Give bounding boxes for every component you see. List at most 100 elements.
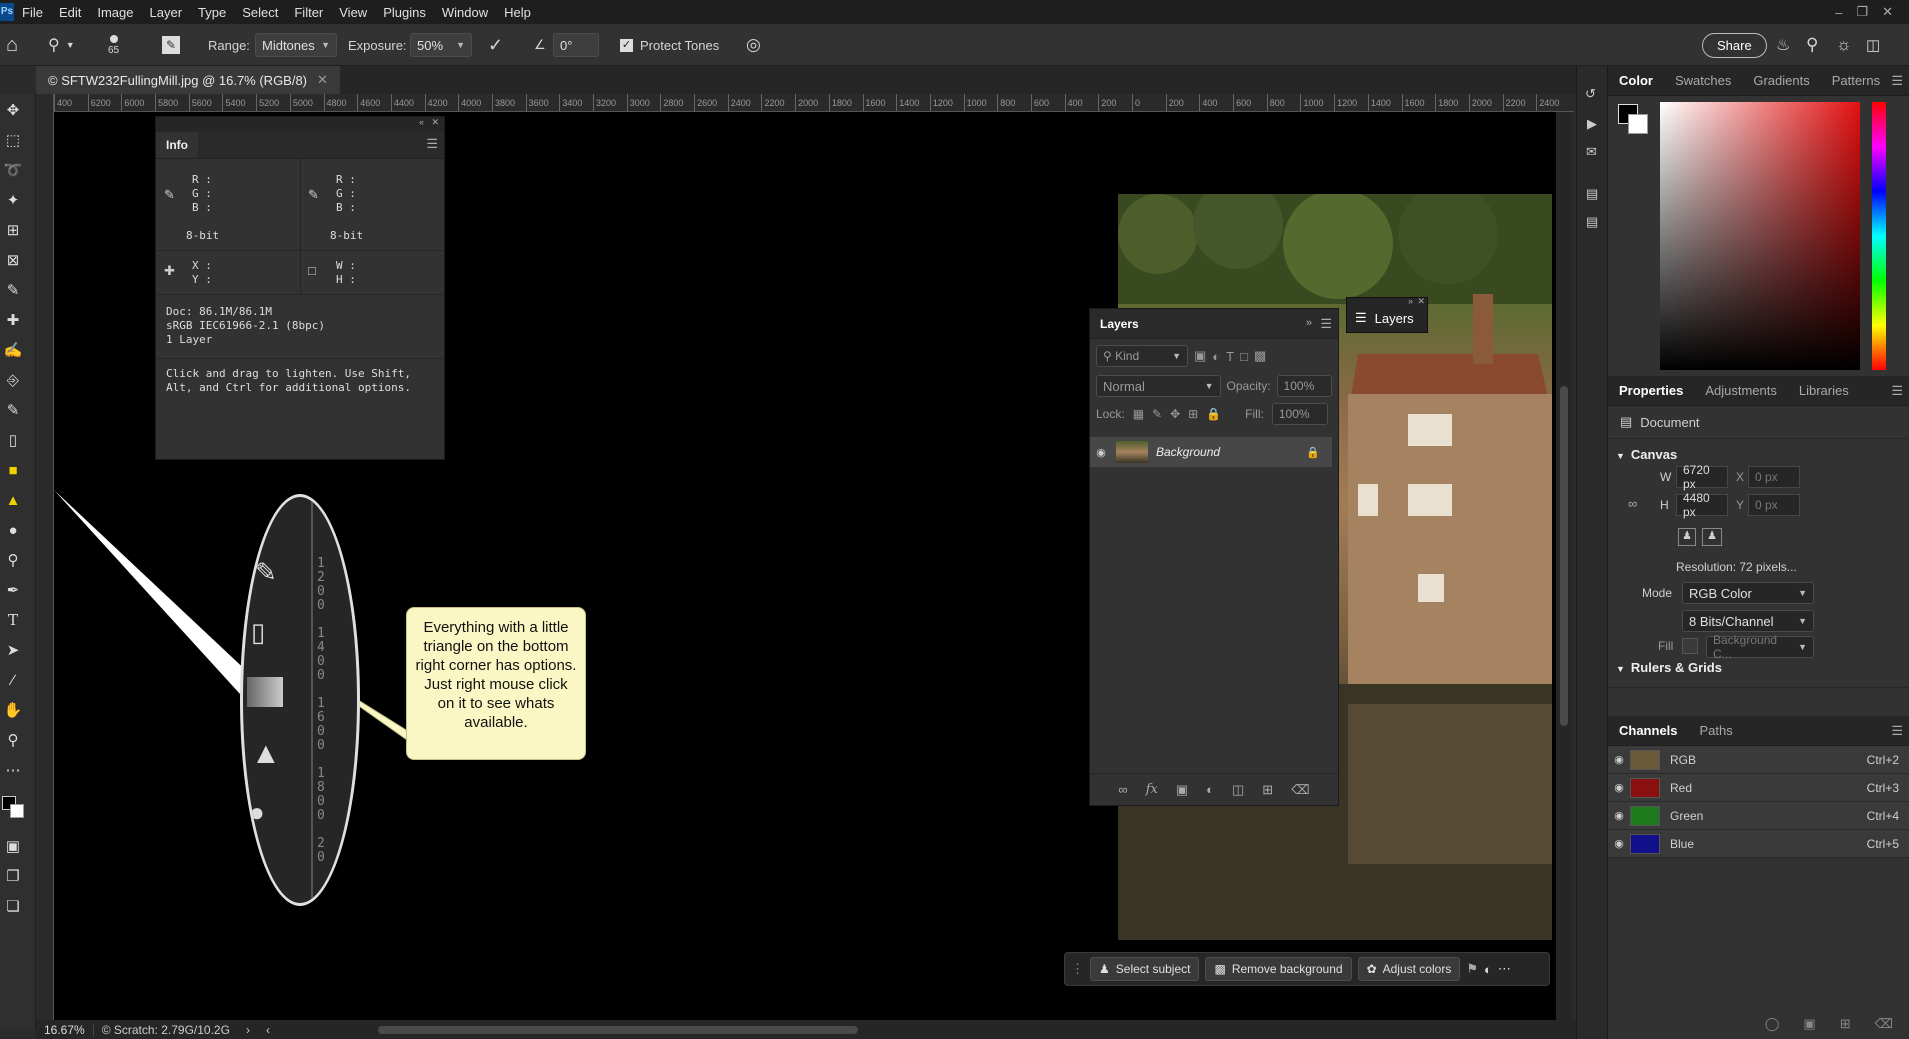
lasso-tool-icon[interactable]: ➰: [0, 158, 26, 182]
bell-icon[interactable]: ♨: [1776, 24, 1790, 66]
marquee-tool-icon[interactable]: ⬚: [0, 128, 26, 152]
visibility-eye-icon[interactable]: ◉: [1608, 753, 1630, 766]
y-input[interactable]: 0 px: [1748, 494, 1800, 516]
trash-icon[interactable]: ⌫: [1875, 1016, 1893, 1032]
dodge-tool-active-icon[interactable]: ⚲: [0, 548, 26, 572]
notes-icon[interactable]: ▤: [1586, 214, 1598, 230]
generative-fill-icon[interactable]: ❏: [0, 894, 26, 918]
quick-mask-icon[interactable]: ▣: [0, 834, 26, 858]
fill-dropdown[interactable]: Background C... ▼: [1706, 633, 1814, 661]
tab-adjustments[interactable]: Adjustments: [1694, 383, 1788, 398]
smart-object-filter-icon[interactable]: ▩: [1254, 348, 1266, 364]
channel-row-red[interactable]: ◉ Red Ctrl+3: [1608, 774, 1909, 802]
menu-plugins[interactable]: Plugins: [375, 5, 434, 20]
menu-help[interactable]: Help: [496, 5, 539, 20]
pen-tool-icon[interactable]: ✒: [0, 578, 26, 602]
scratch-size[interactable]: © Scratch: 2.79G/10.2G: [92, 1022, 238, 1037]
tab-layers[interactable]: Layers: [1090, 317, 1149, 331]
scroll-left-icon[interactable]: ‹: [258, 1023, 278, 1037]
fill-swatch[interactable]: [1682, 638, 1698, 654]
brush-settings-icon[interactable]: ✎: [162, 24, 180, 66]
pin-icon[interactable]: ⚑: [1466, 961, 1478, 977]
panel-menu-icon[interactable]: ☰: [1891, 383, 1903, 399]
tab-channels[interactable]: Channels: [1608, 723, 1689, 738]
lock-artboard-icon[interactable]: ⊞: [1188, 407, 1198, 421]
panel-menu-icon[interactable]: ☰: [426, 136, 438, 152]
landscape-icon[interactable]: ♟: [1702, 528, 1722, 546]
share-button[interactable]: Share: [1702, 32, 1767, 58]
status-menu-icon[interactable]: ›: [238, 1023, 258, 1037]
load-selection-icon[interactable]: ◯: [1765, 1016, 1780, 1032]
tab-paths[interactable]: Paths: [1689, 723, 1744, 738]
tab-swatches[interactable]: Swatches: [1664, 73, 1742, 88]
trash-icon[interactable]: ⌫: [1291, 782, 1309, 798]
exposure-dropdown[interactable]: 50% ▼: [410, 33, 472, 57]
kind-filter-dropdown[interactable]: ⚲ Kind ▼: [1096, 345, 1188, 367]
blend-mode-dropdown[interactable]: Normal ▼: [1096, 375, 1221, 397]
adjustment-icon[interactable]: ◐: [1484, 962, 1492, 977]
color-mode-dropdown[interactable]: RGB Color ▼: [1682, 582, 1814, 604]
vertical-scrollbar[interactable]: [1556, 112, 1572, 1020]
zoom-level[interactable]: 16.67%: [36, 1023, 93, 1037]
quick-selection-tool-icon[interactable]: ✦: [0, 188, 26, 212]
brush-size-picker[interactable]: 65: [108, 24, 119, 66]
document-tab[interactable]: © SFTW232FullingMill.jpg @ 16.7% (RGB/8)…: [36, 66, 340, 94]
move-tool-icon[interactable]: ✥: [0, 98, 26, 122]
collapse-icon[interactable]: »: [1408, 296, 1413, 306]
height-input[interactable]: 4480 px: [1676, 491, 1728, 519]
menu-file[interactable]: File: [14, 5, 51, 20]
airbrush-icon[interactable]: ✓: [488, 24, 503, 66]
restore-icon[interactable]: ❐: [1856, 4, 1868, 20]
brush-tool-icon[interactable]: ✍: [0, 338, 26, 362]
layer-comps-icon[interactable]: ▤: [1586, 186, 1598, 202]
layer-row-background[interactable]: ◉ Background 🔒: [1090, 437, 1332, 467]
more-options-icon[interactable]: ⋯: [1498, 961, 1511, 977]
mask-icon[interactable]: ▣: [1176, 782, 1188, 798]
visibility-eye-icon[interactable]: ◉: [1090, 446, 1112, 459]
shape-filter-icon[interactable]: □: [1240, 349, 1248, 364]
color-swatches-icon[interactable]: [0, 794, 26, 818]
more-tools-icon[interactable]: ⋯: [0, 758, 26, 782]
opacity-input[interactable]: 100%: [1276, 375, 1332, 397]
collapse-icon[interactable]: «: [419, 117, 424, 127]
menu-view[interactable]: View: [331, 5, 375, 20]
select-subject-button[interactable]: ♟ Select subject: [1090, 957, 1200, 981]
crop-tool-icon[interactable]: ⊞: [0, 218, 26, 242]
bit-depth-dropdown[interactable]: 8 Bits/Channel ▼: [1682, 610, 1814, 632]
dodge-tool-preset-icon[interactable]: ⚲ ▼: [48, 24, 75, 66]
pressure-icon[interactable]: ◎: [746, 24, 761, 66]
zoom-tool-icon[interactable]: ⚲: [0, 728, 26, 752]
panel-menu-icon[interactable]: ☰: [1891, 723, 1903, 739]
screen-mode-icon[interactable]: ❐: [0, 864, 26, 888]
clone-stamp-tool-icon[interactable]: ⎆: [0, 368, 26, 392]
drag-handle-icon[interactable]: ⋮: [1071, 961, 1084, 977]
range-dropdown[interactable]: Midtones ▼: [255, 33, 337, 57]
tab-patterns[interactable]: Patterns: [1821, 73, 1891, 88]
lock-pixels-icon[interactable]: ✎: [1152, 407, 1162, 421]
horizontal-scrollbar-thumb[interactable]: [377, 1025, 858, 1034]
actions-play-icon[interactable]: ▶: [1587, 116, 1597, 132]
canvas-section-header[interactable]: ▼ Canvas: [1608, 439, 1909, 466]
tab-libraries[interactable]: Libraries: [1788, 383, 1860, 398]
lock-position-icon[interactable]: ✥: [1170, 407, 1180, 421]
adjustment-layer-icon[interactable]: ◐: [1206, 782, 1214, 797]
layers-collapsed-panel[interactable]: » ✕ ☰ Layers: [1346, 296, 1428, 333]
home-icon[interactable]: ⌂: [6, 24, 18, 66]
visibility-eye-icon[interactable]: ◉: [1608, 809, 1630, 822]
background-color-swatch[interactable]: [1628, 114, 1648, 134]
protect-tones-checkbox[interactable]: ✓ Protect Tones: [620, 24, 719, 66]
channel-row-green[interactable]: ◉ Green Ctrl+4: [1608, 802, 1909, 830]
history-icon[interactable]: ↺: [1585, 86, 1596, 102]
lock-transparent-icon[interactable]: ▦: [1133, 407, 1144, 421]
menu-layer[interactable]: Layer: [142, 5, 191, 20]
gradient-tool-icon[interactable]: ■: [0, 458, 26, 482]
lock-all-icon[interactable]: 🔒: [1206, 407, 1221, 421]
hand-tool-icon[interactable]: ✋: [0, 698, 26, 722]
panel-menu-icon[interactable]: ☰: [1891, 73, 1903, 89]
close-tab-icon[interactable]: ✕: [317, 72, 328, 88]
fill-input[interactable]: 100%: [1271, 403, 1328, 425]
workspace-icon[interactable]: ◫: [1866, 24, 1880, 66]
save-selection-icon[interactable]: ▣: [1803, 1016, 1815, 1032]
new-channel-icon[interactable]: ⊞: [1840, 1016, 1851, 1032]
tab-properties[interactable]: Properties: [1608, 383, 1694, 398]
